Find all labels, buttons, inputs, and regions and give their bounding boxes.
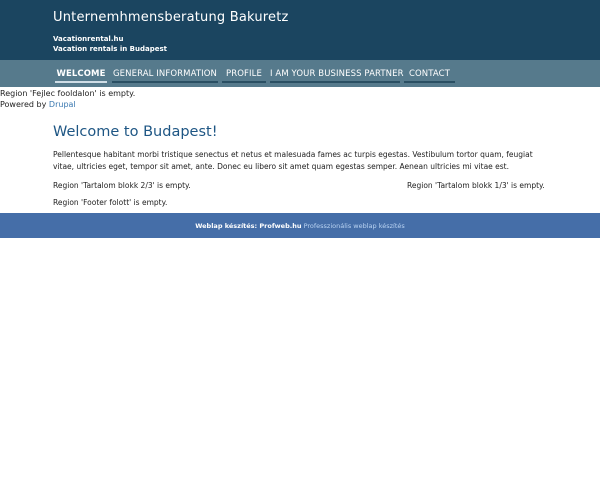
site-footer: Weblap készítés: Profweb.hu Professzioná… — [0, 213, 600, 238]
site-header: Unternemhmensberatung Bakuretz Vacationr… — [0, 0, 600, 60]
header-region: Region 'Fejlec fooldalon' is empty. Powe… — [0, 88, 135, 110]
slogan-line-1: Vacationrental.hu — [53, 35, 124, 43]
footer-region-notice: Region 'Footer folott' is empty. — [53, 198, 168, 207]
nav-item-profile[interactable]: PROFILE — [222, 64, 266, 83]
powered-by: Powered by Drupal — [0, 99, 135, 110]
nav-item-business-partner[interactable]: I AM YOUR BUSINESS PARTNER — [270, 64, 404, 83]
nav-item-general-information[interactable]: GENERAL INFORMATION — [112, 64, 218, 83]
site-name[interactable]: Unternemhmensberatung Bakuretz — [53, 10, 289, 25]
powered-by-label: Powered by — [0, 100, 47, 109]
body-text: Pellentesque habitant morbi tristique se… — [53, 150, 533, 171]
header-region-notice: Region 'Fejlec fooldalon' is empty. — [0, 89, 136, 98]
main-navigation: WELCOME GENERAL INFORMATION PROFILE I AM… — [0, 60, 600, 87]
nav-item-welcome[interactable]: WELCOME — [55, 64, 107, 83]
footer-credit: Weblap készítés: Profweb.hu — [195, 222, 302, 230]
site-slogan: Vacationrental.hu Vacation rentals in Bu… — [53, 34, 167, 54]
nav-item-contact[interactable]: CONTACT — [404, 64, 455, 83]
page-title: Welcome to Budapest! — [53, 124, 218, 140]
footer-link[interactable]: Professzionális weblap készítés — [304, 222, 405, 230]
content-region-two-thirds: Region 'Tartalom blokk 2/3' is empty. — [53, 181, 191, 190]
content-region-one-third: Region 'Tartalom blokk 1/3' is empty. — [407, 181, 545, 190]
drupal-link[interactable]: Drupal — [49, 100, 76, 109]
slogan-line-2: Vacation rentals in Budapest — [53, 45, 168, 53]
